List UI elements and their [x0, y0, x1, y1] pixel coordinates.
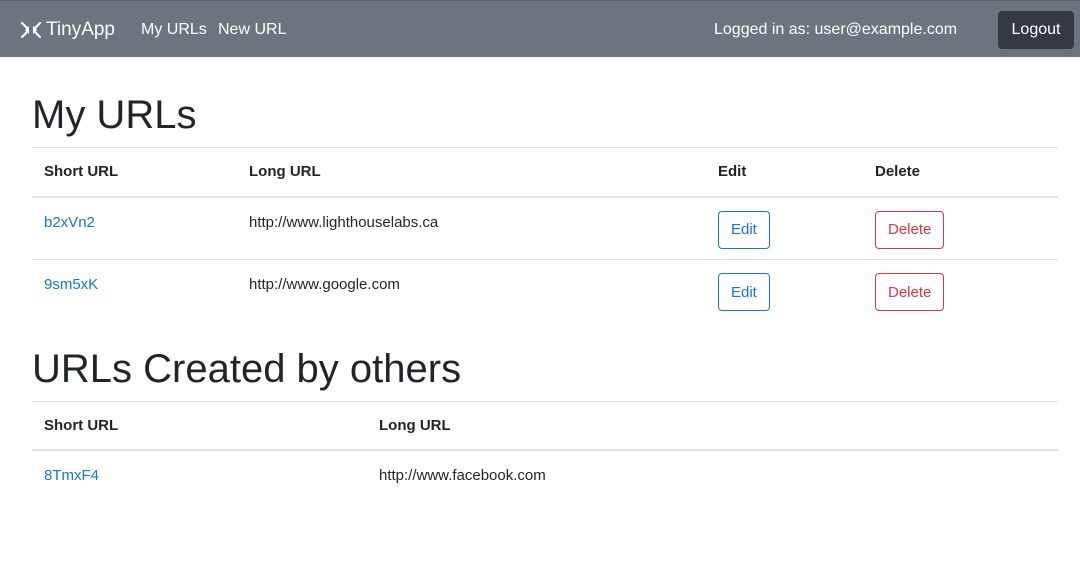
others-urls-heading: URLs Created by others — [32, 346, 462, 391]
my-urls-heading: My URLs — [32, 93, 197, 137]
logged-in-status: Logged in as: user@example.com — [714, 20, 958, 38]
short-url-link[interactable]: 8TmxF4 — [44, 467, 99, 484]
header-long-url: Long URL — [367, 400, 1058, 451]
long-url-cell: http://www.google.com — [237, 259, 706, 323]
header-short-url: Short URL — [32, 147, 237, 198]
header-short-url: Short URL — [32, 400, 367, 451]
others-urls-table: Short URL Long URL 8TmxF4 http://www.fac… — [32, 400, 1058, 501]
long-url-cell: http://www.facebook.com — [379, 467, 546, 484]
logout-button[interactable]: Logout — [998, 11, 1074, 49]
short-url-link[interactable]: b2xVn2 — [44, 214, 95, 231]
table-row: 9sm5xK http://www.google.com Edit Delete — [32, 259, 1058, 323]
short-url-link[interactable]: 9sm5xK — [44, 276, 98, 293]
edit-button[interactable]: Edit — [718, 273, 770, 311]
header-delete: Delete — [863, 147, 1058, 198]
delete-button[interactable]: Delete — [875, 273, 945, 311]
nav-my-urls-link[interactable]: My URLs — [141, 1, 207, 58]
table-row: 8TmxF4 http://www.facebook.com — [32, 450, 1058, 500]
header-long-url: Long URL — [237, 147, 706, 198]
table-header-row: Short URL Long URL — [32, 400, 1058, 451]
shrink-arrows-icon — [20, 21, 42, 38]
edit-button[interactable]: Edit — [718, 210, 770, 249]
table-header-row: Short URL Long URL Edit Delete — [32, 147, 1058, 198]
nav-new-url-link[interactable]: New URL — [218, 1, 286, 58]
header-edit: Edit — [706, 147, 863, 198]
navbar: TinyApp My URLs New URL Logged in as: us… — [0, 0, 1080, 57]
delete-button[interactable]: Delete — [875, 210, 945, 249]
long-url-cell: http://www.lighthouselabs.ca — [249, 213, 439, 231]
main-content: My URLs Short URL Long URL Edit Delete b… — [32, 57, 1058, 500]
brand-link[interactable]: TinyApp — [20, 1, 115, 58]
table-row: b2xVn2 http://www.lighthouselabs.ca Edit… — [32, 197, 1058, 260]
brand-name: TinyApp — [46, 18, 115, 40]
my-urls-table: Short URL Long URL Edit Delete b2xVn2 ht… — [32, 147, 1058, 323]
